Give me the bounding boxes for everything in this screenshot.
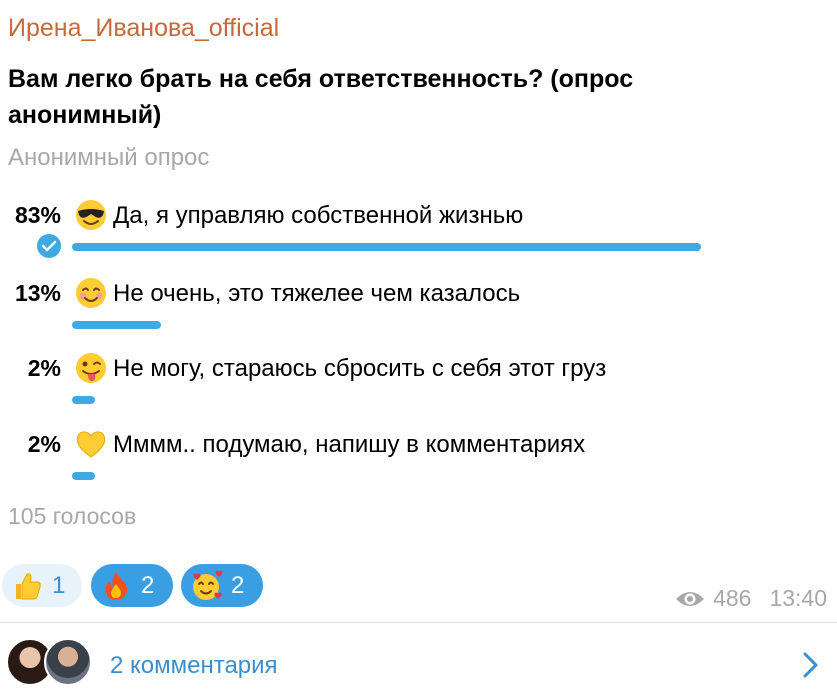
post-meta: 486 13:40 — [675, 585, 827, 612]
reaction-smiling-hearts[interactable]: 2 — [181, 564, 263, 607]
winking-face-with-tongue-icon — [76, 353, 106, 383]
chevron-right-icon[interactable] — [800, 650, 820, 680]
avatar — [44, 638, 92, 686]
fire-icon — [105, 571, 128, 600]
option-percent: 83% — [14, 202, 61, 228]
reaction-count: 2 — [231, 571, 245, 599]
thumbs-up-icon — [16, 572, 41, 599]
smiling-face-with-sunglasses-icon — [76, 200, 106, 230]
view-count: 486 — [713, 585, 752, 611]
poll-question: Вам легко брать на себя ответственность?… — [8, 65, 634, 129]
reaction-thumbs-up[interactable]: 1 — [2, 564, 82, 607]
option-result-bar — [72, 472, 95, 480]
poll-option: 2% Не могу, стараюсь сбросить с себя это… — [0, 353, 837, 415]
chosen-check-icon — [37, 234, 61, 258]
post-time: 13:40 — [769, 585, 827, 611]
smiling-face-with-hearts-icon — [193, 570, 223, 600]
comments-label[interactable]: 2 комментария — [110, 652, 278, 680]
eye-icon — [676, 591, 705, 606]
option-percent: 2% — [27, 355, 61, 381]
vote-count: 105 голосов — [8, 503, 137, 529]
option-result-bar — [72, 321, 161, 329]
commenter-avatars — [6, 638, 96, 688]
poll-option: 13% Не очень, это тяжелее чем казалось — [0, 278, 837, 340]
poll-option: 2% Мммм.. подумаю, напишу в комментариях — [0, 431, 837, 491]
reaction-count: 2 — [141, 571, 155, 599]
option-text: Не очень, это тяжелее чем казалось — [113, 280, 521, 307]
option-text: Мммм.. подумаю, напишу в комментариях — [113, 431, 586, 458]
poll-option: 83% Да, я управляю собственной жизнью — [0, 200, 837, 262]
yellow-heart-icon — [76, 431, 106, 458]
option-result-bar — [72, 243, 701, 251]
divider — [0, 622, 837, 623]
option-percent: 2% — [27, 431, 61, 457]
poll-type-label: Анонимный опрос — [8, 144, 210, 171]
reaction-count: 1 — [52, 571, 66, 599]
option-text: Не могу, стараюсь сбросить с себя этот г… — [113, 355, 607, 382]
author-name[interactable]: Ирена_Иванова_official — [8, 14, 279, 43]
reaction-fire[interactable]: 2 — [91, 564, 173, 607]
smiling-face-icon — [76, 278, 106, 308]
option-result-bar — [72, 396, 95, 404]
option-percent: 13% — [14, 280, 61, 306]
option-text: Да, я управляю собственной жизнью — [113, 202, 524, 229]
